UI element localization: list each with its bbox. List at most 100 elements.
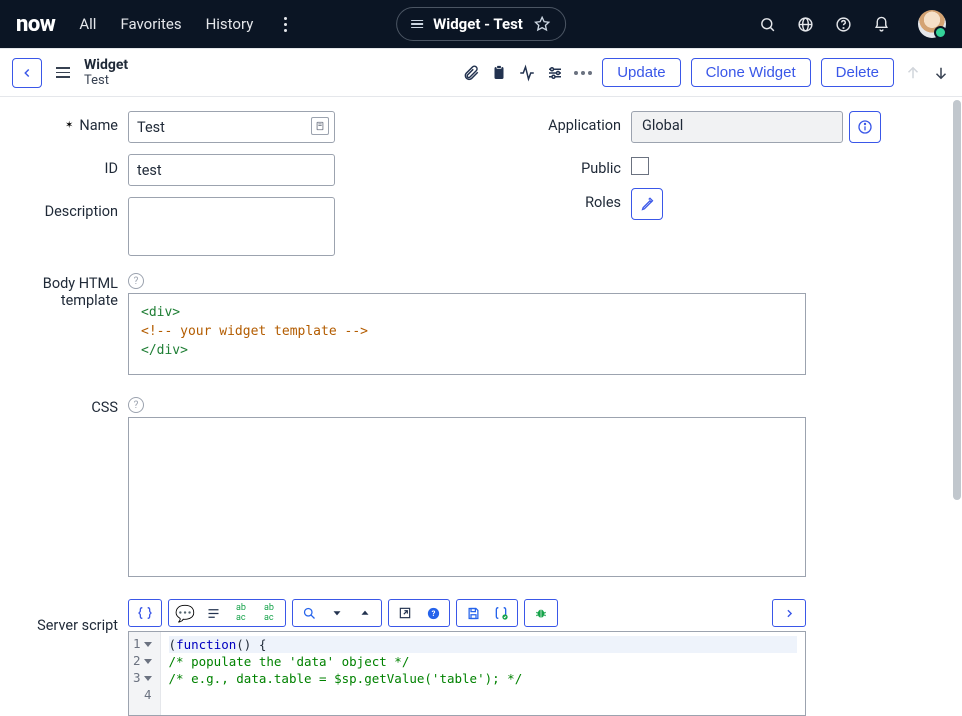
fold-icon[interactable]	[144, 676, 152, 681]
toolbar-group-save	[456, 599, 518, 627]
scrollbar[interactable]	[953, 100, 961, 500]
application-label: Application	[481, 111, 631, 134]
form-header: Widget Test Update Clone Widget Delete	[0, 48, 962, 97]
context-pill[interactable]: Widget - Test	[396, 7, 566, 41]
globe-icon[interactable]	[796, 15, 814, 33]
nav-links: All Favorites History	[79, 15, 253, 33]
nav-favorites[interactable]: Favorites	[120, 15, 181, 33]
css-editor[interactable]	[128, 417, 806, 577]
star-icon[interactable]	[533, 15, 551, 33]
clone-button[interactable]: Clone Widget	[691, 58, 811, 87]
validate-icon[interactable]	[491, 603, 511, 623]
fold-icon[interactable]	[144, 642, 152, 647]
id-label: ID	[8, 154, 128, 177]
record-name: Test	[84, 73, 128, 88]
back-button[interactable]	[12, 58, 42, 88]
gutter: 1 2 3 4	[129, 632, 161, 715]
toolbar-group-nav	[292, 599, 382, 627]
code-text: <!-- your widget template -->	[141, 324, 368, 339]
chevron-up-icon[interactable]	[355, 603, 375, 623]
roles-label: Roles	[481, 188, 631, 211]
nav-history[interactable]: History	[206, 15, 254, 33]
replace-all-icon[interactable]: abac	[259, 603, 279, 623]
delete-button[interactable]: Delete	[821, 58, 894, 87]
toolbar-group-misc: ?	[388, 599, 450, 627]
settings-icon[interactable]	[546, 64, 564, 82]
server-script-editor[interactable]: 1 2 3 4 (function() { /* populate the 'd…	[128, 631, 806, 716]
search-icon[interactable]	[758, 15, 776, 33]
avatar[interactable]	[918, 10, 946, 38]
popout-icon[interactable]	[395, 603, 415, 623]
expand-icon[interactable]	[779, 603, 799, 623]
code-comment: /* populate the 'data' object */	[169, 654, 410, 669]
name-label: Name	[8, 111, 128, 134]
description-input[interactable]	[128, 197, 335, 256]
id-input[interactable]	[128, 154, 335, 186]
search-script-icon[interactable]	[299, 603, 319, 623]
form-header-actions: Update Clone Widget Delete	[462, 58, 950, 87]
wrap-icon[interactable]	[203, 603, 223, 623]
public-checkbox[interactable]	[631, 157, 649, 175]
script-help-icon[interactable]: ?	[423, 603, 443, 623]
more-actions-icon[interactable]	[574, 71, 592, 75]
nav-all[interactable]: All	[79, 15, 96, 33]
server-script-label: Server script	[8, 599, 128, 634]
roles-edit-button[interactable]	[631, 188, 663, 220]
application-info-button[interactable]	[849, 111, 881, 143]
body-html-help-icon[interactable]: ?	[128, 273, 144, 289]
code-text: </div>	[141, 343, 188, 358]
record-title-block: Widget Test	[84, 57, 128, 88]
svg-text:?: ?	[431, 609, 435, 618]
toolbar-group-format	[128, 599, 162, 627]
form-body: Name ID Description Application	[0, 97, 962, 716]
script-toolbar: 💬 abac abac	[128, 599, 806, 627]
suggestion-icon[interactable]	[311, 117, 329, 135]
context-title: Widget - Test	[433, 15, 523, 33]
line-number: 1	[133, 635, 141, 654]
save-icon[interactable]	[463, 603, 483, 623]
css-help-icon[interactable]: ?	[128, 397, 144, 413]
line-number: 4	[144, 686, 152, 705]
toolbar-group-expand	[772, 599, 806, 627]
context-menu-icon[interactable]	[52, 63, 74, 82]
format-code-icon[interactable]	[135, 603, 155, 623]
bell-icon[interactable]	[872, 15, 890, 33]
application-value: Global	[631, 111, 843, 143]
line-number: 2	[133, 652, 141, 671]
name-input[interactable]	[128, 111, 335, 143]
activity-icon[interactable]	[518, 64, 536, 82]
right-column: Application Global Public Roles	[481, 111, 954, 267]
chevron-down-icon[interactable]	[327, 603, 347, 623]
code-lines[interactable]: (function() { /* populate the 'data' obj…	[161, 632, 805, 715]
code-keyword: function	[176, 637, 236, 652]
comment-icon[interactable]: 💬	[175, 603, 195, 623]
help-icon[interactable]	[834, 15, 852, 33]
prev-record-icon	[904, 64, 922, 82]
record-type: Widget	[84, 57, 128, 73]
code-text: (	[169, 637, 177, 652]
find-replace-icon[interactable]: abac	[231, 603, 251, 623]
toolbar-group-debug	[524, 599, 558, 627]
code-text: <div>	[141, 305, 180, 320]
clipboard-icon[interactable]	[490, 64, 508, 82]
topnav-right	[758, 10, 946, 38]
description-label: Description	[8, 197, 128, 220]
next-record-icon[interactable]	[932, 64, 950, 82]
line-number: 3	[133, 669, 141, 688]
public-label: Public	[481, 154, 631, 177]
body-html-label: Body HTML template	[8, 273, 128, 309]
left-column: Name ID Description	[8, 111, 481, 267]
code-text: () {	[236, 637, 266, 652]
logo: now	[16, 12, 55, 37]
debug-icon[interactable]	[531, 603, 551, 623]
update-button[interactable]: Update	[602, 58, 680, 87]
nav-more-icon[interactable]	[277, 17, 293, 32]
body-html-editor[interactable]: <div> <!-- your widget template --> </di…	[128, 293, 806, 375]
code-comment: /* e.g., data.table = $sp.getValue('tabl…	[169, 671, 523, 686]
toolbar-group-edit: 💬 abac abac	[168, 599, 286, 627]
top-nav: now All Favorites History Widget - Test	[0, 0, 962, 48]
css-label: CSS	[8, 397, 128, 416]
attachment-icon[interactable]	[462, 64, 480, 82]
fold-icon[interactable]	[144, 659, 152, 664]
list-icon	[411, 20, 423, 29]
